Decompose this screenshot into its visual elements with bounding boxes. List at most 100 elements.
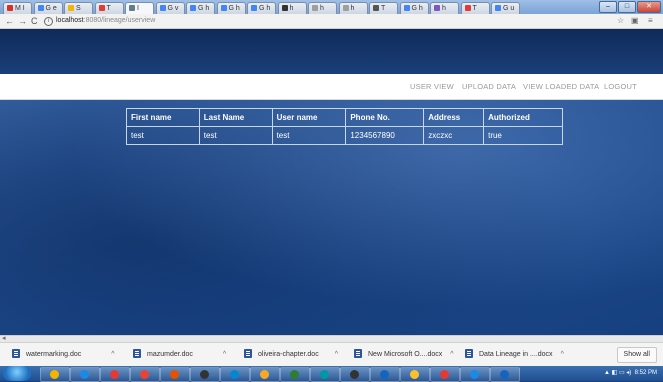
download-item[interactable]: watermarking.doc ^ [12,347,115,363]
col-last-name: Last Name [198,108,273,127]
address-bar[interactable]: i localhost:8080/lineage/userview [44,15,155,27]
tab-favicon-icon [129,5,135,11]
browser-tab[interactable]: G v [155,2,185,14]
download-filename: oliveira-chapter.doc [258,351,319,358]
browser-tab[interactable]: h [308,2,337,14]
taskbar-app-icon[interactable] [100,367,130,382]
info-icon[interactable]: i [44,17,53,26]
taskbar-app-icon[interactable] [130,367,160,382]
nav-user-view[interactable]: USER VIEW [410,74,454,99]
download-filename: Data Lineage in ....docx [479,351,553,358]
browser-tab[interactable]: h [338,2,368,14]
chevron-up-icon[interactable]: ^ [450,351,453,358]
col-authorized: Authorized [483,108,563,127]
extension-icon[interactable]: ▣ [631,15,639,27]
app-icon [410,370,419,379]
taskbar-app-icon[interactable] [70,367,100,382]
menu-icon[interactable]: ≡ [648,15,653,27]
close-button[interactable]: ✕ [637,1,661,13]
taskbar-app-icon[interactable] [460,367,490,382]
browser-tab[interactable]: G u [491,2,520,14]
taskbar-app-icon[interactable] [310,367,340,382]
tab-label: G v [167,5,179,12]
browser-tab[interactable]: G h [247,2,276,14]
download-item[interactable]: mazumder.doc ^ [133,347,226,363]
browser-tab[interactable]: h [430,2,459,14]
taskbar-app-icon[interactable] [430,367,460,382]
browser-tab[interactable]: I [125,2,154,14]
taskbar-app-icon[interactable] [190,367,220,382]
browser-tab[interactable]: h [277,2,307,14]
nav-view-loaded-data[interactable]: VIEW LOADED DATA [523,74,599,99]
tab-label: G h [228,5,240,12]
app-icon [140,370,149,379]
nav-logout[interactable]: LOGOUT [604,74,637,99]
browser-tab[interactable]: S [64,2,93,14]
browser-tab[interactable]: G h [216,2,246,14]
app-icon [80,370,89,379]
table-row: test test test 1234567890 zxczxc true [126,126,563,145]
chevron-up-icon[interactable]: ^ [561,351,564,358]
bookmark-star-icon[interactable]: ☆ [617,15,624,27]
taskbar-app-icon[interactable] [40,367,70,382]
tab-favicon-icon [312,5,318,11]
window-controls: – □ ✕ [599,1,661,13]
taskbar-app-icon[interactable] [340,367,370,382]
download-item[interactable]: Data Lineage in ....docx ^ [465,347,564,363]
tab-favicon-icon [37,5,44,11]
taskbar-app-icon[interactable] [280,367,310,382]
download-filename: mazumder.doc [147,351,193,358]
show-all-button[interactable]: Show all [616,347,657,363]
tab-favicon-icon [220,5,227,11]
browser-tab[interactable]: G h [186,2,215,14]
tab-label: I [137,5,139,12]
site-navbar: USER VIEW UPLOAD DATA VIEW LOADED DATA L… [0,74,663,100]
app-icon [260,370,269,379]
chevron-up-icon[interactable]: ^ [111,351,114,358]
download-item[interactable]: New Microsoft O....docx ^ [354,347,454,363]
cell-address: zxczxc [423,126,485,145]
back-button[interactable]: ← [5,15,14,27]
taskbar-app-icon[interactable] [250,367,280,382]
browser-tab[interactable]: G h [399,2,429,14]
maximize-button[interactable]: □ [618,1,636,13]
forward-button[interactable]: → [18,15,27,27]
cell-first-name: test [126,126,200,145]
scroll-left-icon[interactable]: ◂ [2,334,6,342]
taskbar-app-icon[interactable] [220,367,250,382]
app-icon [500,370,509,379]
browser-tab[interactable]: M I [3,2,32,14]
app-icon [170,370,179,379]
system-tray[interactable]: ▲ ◧ ▭ ◂) 8:52 PM [604,366,657,381]
tab-label: M I [15,5,25,12]
tab-label: G u [503,5,515,12]
browser-tab[interactable]: T [369,2,398,14]
taskbar-app-icon[interactable] [490,367,520,382]
table-header-row: First name Last Name User name Phone No.… [126,108,563,127]
taskbar-app-icon[interactable] [400,367,430,382]
start-button[interactable] [3,366,31,381]
tab-favicon-icon [98,5,105,11]
downloads-bar: watermarking.doc ^ mazumder.doc ^ oliveira… [0,342,663,367]
minimize-button[interactable]: – [599,1,617,13]
word-doc-icon [133,349,141,358]
word-doc-icon [354,349,362,358]
browser-tab[interactable]: G e [33,2,63,14]
users-table: First name Last Name User name Phone No.… [126,108,563,145]
page-header-band [0,29,663,74]
download-item[interactable]: oliveira-chapter.doc ^ [244,347,338,363]
browser-tab[interactable]: T [94,2,124,14]
reload-button[interactable]: C [31,15,38,27]
taskbar-app-icon[interactable] [370,367,400,382]
tab-label: h [350,5,355,12]
nav-upload-data[interactable]: UPLOAD DATA [462,74,516,99]
browser-tab[interactable]: T [460,2,490,14]
word-doc-icon [244,349,252,358]
tab-label: G h [411,5,423,12]
chevron-up-icon[interactable]: ^ [223,351,226,358]
tab-favicon-icon [495,5,501,11]
col-first-name: First name [126,108,200,127]
app-icon [470,370,479,379]
taskbar-app-icon[interactable] [160,367,190,382]
chevron-up-icon[interactable]: ^ [335,351,338,358]
